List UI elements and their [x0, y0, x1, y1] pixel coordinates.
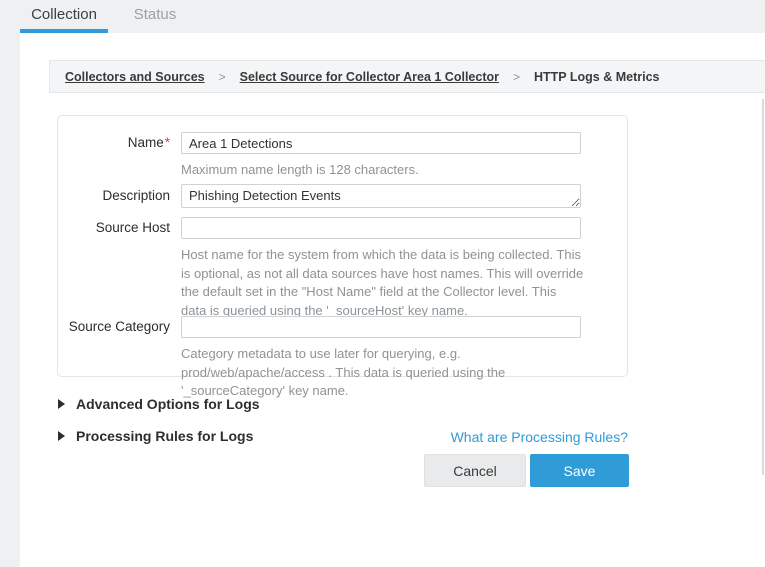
- source-host-label: Source Host: [58, 220, 170, 235]
- source-host-helper-text: Host name for the system from which the …: [181, 246, 585, 320]
- source-config-form: Name* Maximum name length is 128 charact…: [57, 115, 628, 377]
- breadcrumb-select-source[interactable]: Select Source for Collector Area 1 Colle…: [240, 70, 499, 84]
- tab-status[interactable]: Status: [122, 0, 188, 29]
- form-actions: Cancel Save: [424, 454, 629, 487]
- main-panel: Collectors and Sources > Select Source f…: [20, 33, 765, 567]
- collapsed-arrow-icon: [58, 399, 65, 409]
- cancel-button[interactable]: Cancel: [424, 454, 526, 487]
- advanced-options-title: Advanced Options for Logs: [76, 396, 260, 412]
- source-category-label: Source Category: [58, 319, 170, 334]
- breadcrumb-separator: >: [513, 70, 520, 84]
- name-label-text: Name: [128, 135, 164, 150]
- required-asterisk: *: [165, 135, 170, 150]
- description-textarea[interactable]: Phishing Detection Events: [181, 184, 581, 208]
- breadcrumb: Collectors and Sources > Select Source f…: [49, 60, 765, 93]
- name-label: Name*: [58, 135, 170, 150]
- breadcrumb-separator: >: [219, 70, 226, 84]
- top-tab-bar: Collection Status: [0, 0, 765, 33]
- what-are-processing-rules-link[interactable]: What are Processing Rules?: [451, 429, 628, 445]
- name-input[interactable]: [181, 132, 581, 154]
- source-host-input[interactable]: [181, 217, 581, 239]
- save-button[interactable]: Save: [530, 454, 629, 487]
- name-helper-text: Maximum name length is 128 characters.: [181, 161, 585, 180]
- source-category-input[interactable]: [181, 316, 581, 338]
- advanced-options-section-toggle[interactable]: Advanced Options for Logs: [58, 396, 260, 412]
- description-label: Description: [58, 188, 170, 203]
- source-category-helper-text: Category metadata to use later for query…: [181, 345, 585, 401]
- tab-collection[interactable]: Collection: [20, 0, 108, 29]
- scrollbar[interactable]: [762, 99, 764, 475]
- processing-rules-section-toggle[interactable]: Processing Rules for Logs: [58, 428, 253, 444]
- breadcrumb-collectors-and-sources[interactable]: Collectors and Sources: [65, 70, 205, 84]
- processing-rules-title: Processing Rules for Logs: [76, 428, 253, 444]
- breadcrumb-current-page: HTTP Logs & Metrics: [534, 70, 659, 84]
- collapsed-arrow-icon: [58, 431, 65, 441]
